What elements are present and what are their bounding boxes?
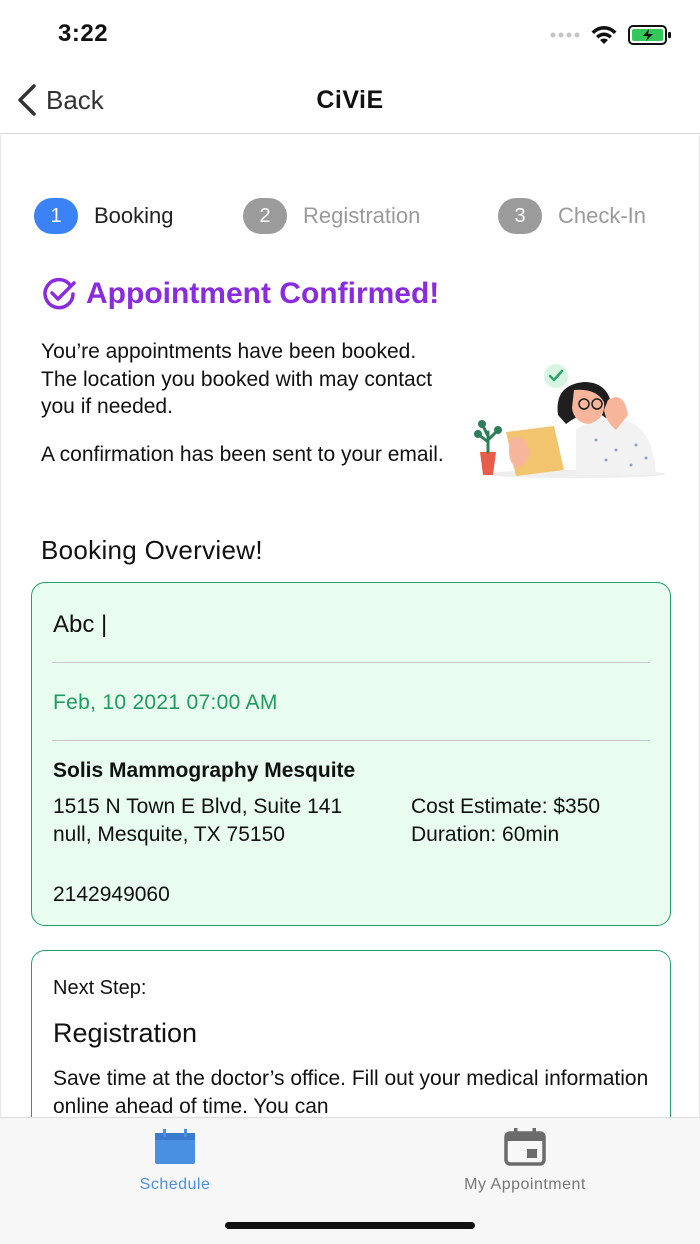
status-time: 3:22 [58,20,109,47]
step-booking: 1 Booking [34,198,174,234]
clinic-phone: 2142949060 [53,883,170,906]
step-registration: 2 Registration [243,198,420,234]
step-check-in: 3 Check-In [498,198,646,234]
status-icons [550,24,672,46]
step-number: 2 [243,198,287,234]
confirmation-heading: Appointment Confirmed! [40,275,439,313]
calendar-icon [155,1129,195,1164]
step-number: 1 [34,198,78,234]
tab-label: My Appointment [464,1176,586,1193]
confirmation-message: You’re appointments have been booked. Th… [41,340,433,418]
battery-charging-icon [628,25,671,45]
step-number: 3 [498,198,542,234]
patient-name: Abc | [53,611,108,638]
main-content[interactable]: 1 Booking 2 Registration 3 Check-In Appo… [0,135,700,1117]
confirmation-title: Appointment Confirmed! [86,277,440,310]
tab-label: Schedule [139,1176,211,1193]
progress-stepper: 1 Booking 2 Registration 3 Check-In [34,198,679,234]
booking-illustration [474,364,666,478]
next-step-description: Save time at the doctor’s office. Fill o… [53,1067,649,1117]
tab-my-appointment[interactable]: My Appointment [425,1128,625,1194]
wifi-icon [591,26,617,44]
status-bar: 3:22 [0,0,700,70]
tab-schedule[interactable]: Schedule [75,1128,275,1194]
clinic-name: Solis Mammography Mesquite [53,759,356,782]
step-label: Registration [303,203,421,228]
email-confirmation-message: A confirmation has been sent to your ema… [41,443,444,466]
step-label: Check-In [558,203,647,228]
check-circle-icon [43,277,76,310]
navigation-bar: Back CiViE [0,70,700,134]
home-indicator[interactable] [225,1222,475,1229]
cost-estimate: Cost Estimate: $350 Duration: 60min [411,795,601,846]
cellular-signal-icon [550,32,580,38]
clinic-address: 1515 N Town E Blvd, Suite 141 null, Mesq… [53,795,343,846]
page-title: CiViE [316,86,384,114]
booking-overview-title: Booking Overview! [41,535,263,565]
booking-overview-card: Abc | Feb, 10 2021 07:00 AM Solis Mammog… [31,582,671,926]
divider [52,740,650,741]
step-label: Booking [94,203,174,228]
next-step-title: Registration [53,1018,198,1048]
calendar-event-icon [504,1128,546,1166]
next-step-label: Next Step: [53,977,147,999]
next-step-card[interactable]: Next Step: Registration Save time at the… [31,950,671,1117]
divider [52,662,650,663]
appointment-date: Feb, 10 2021 07:00 AM [53,691,278,714]
